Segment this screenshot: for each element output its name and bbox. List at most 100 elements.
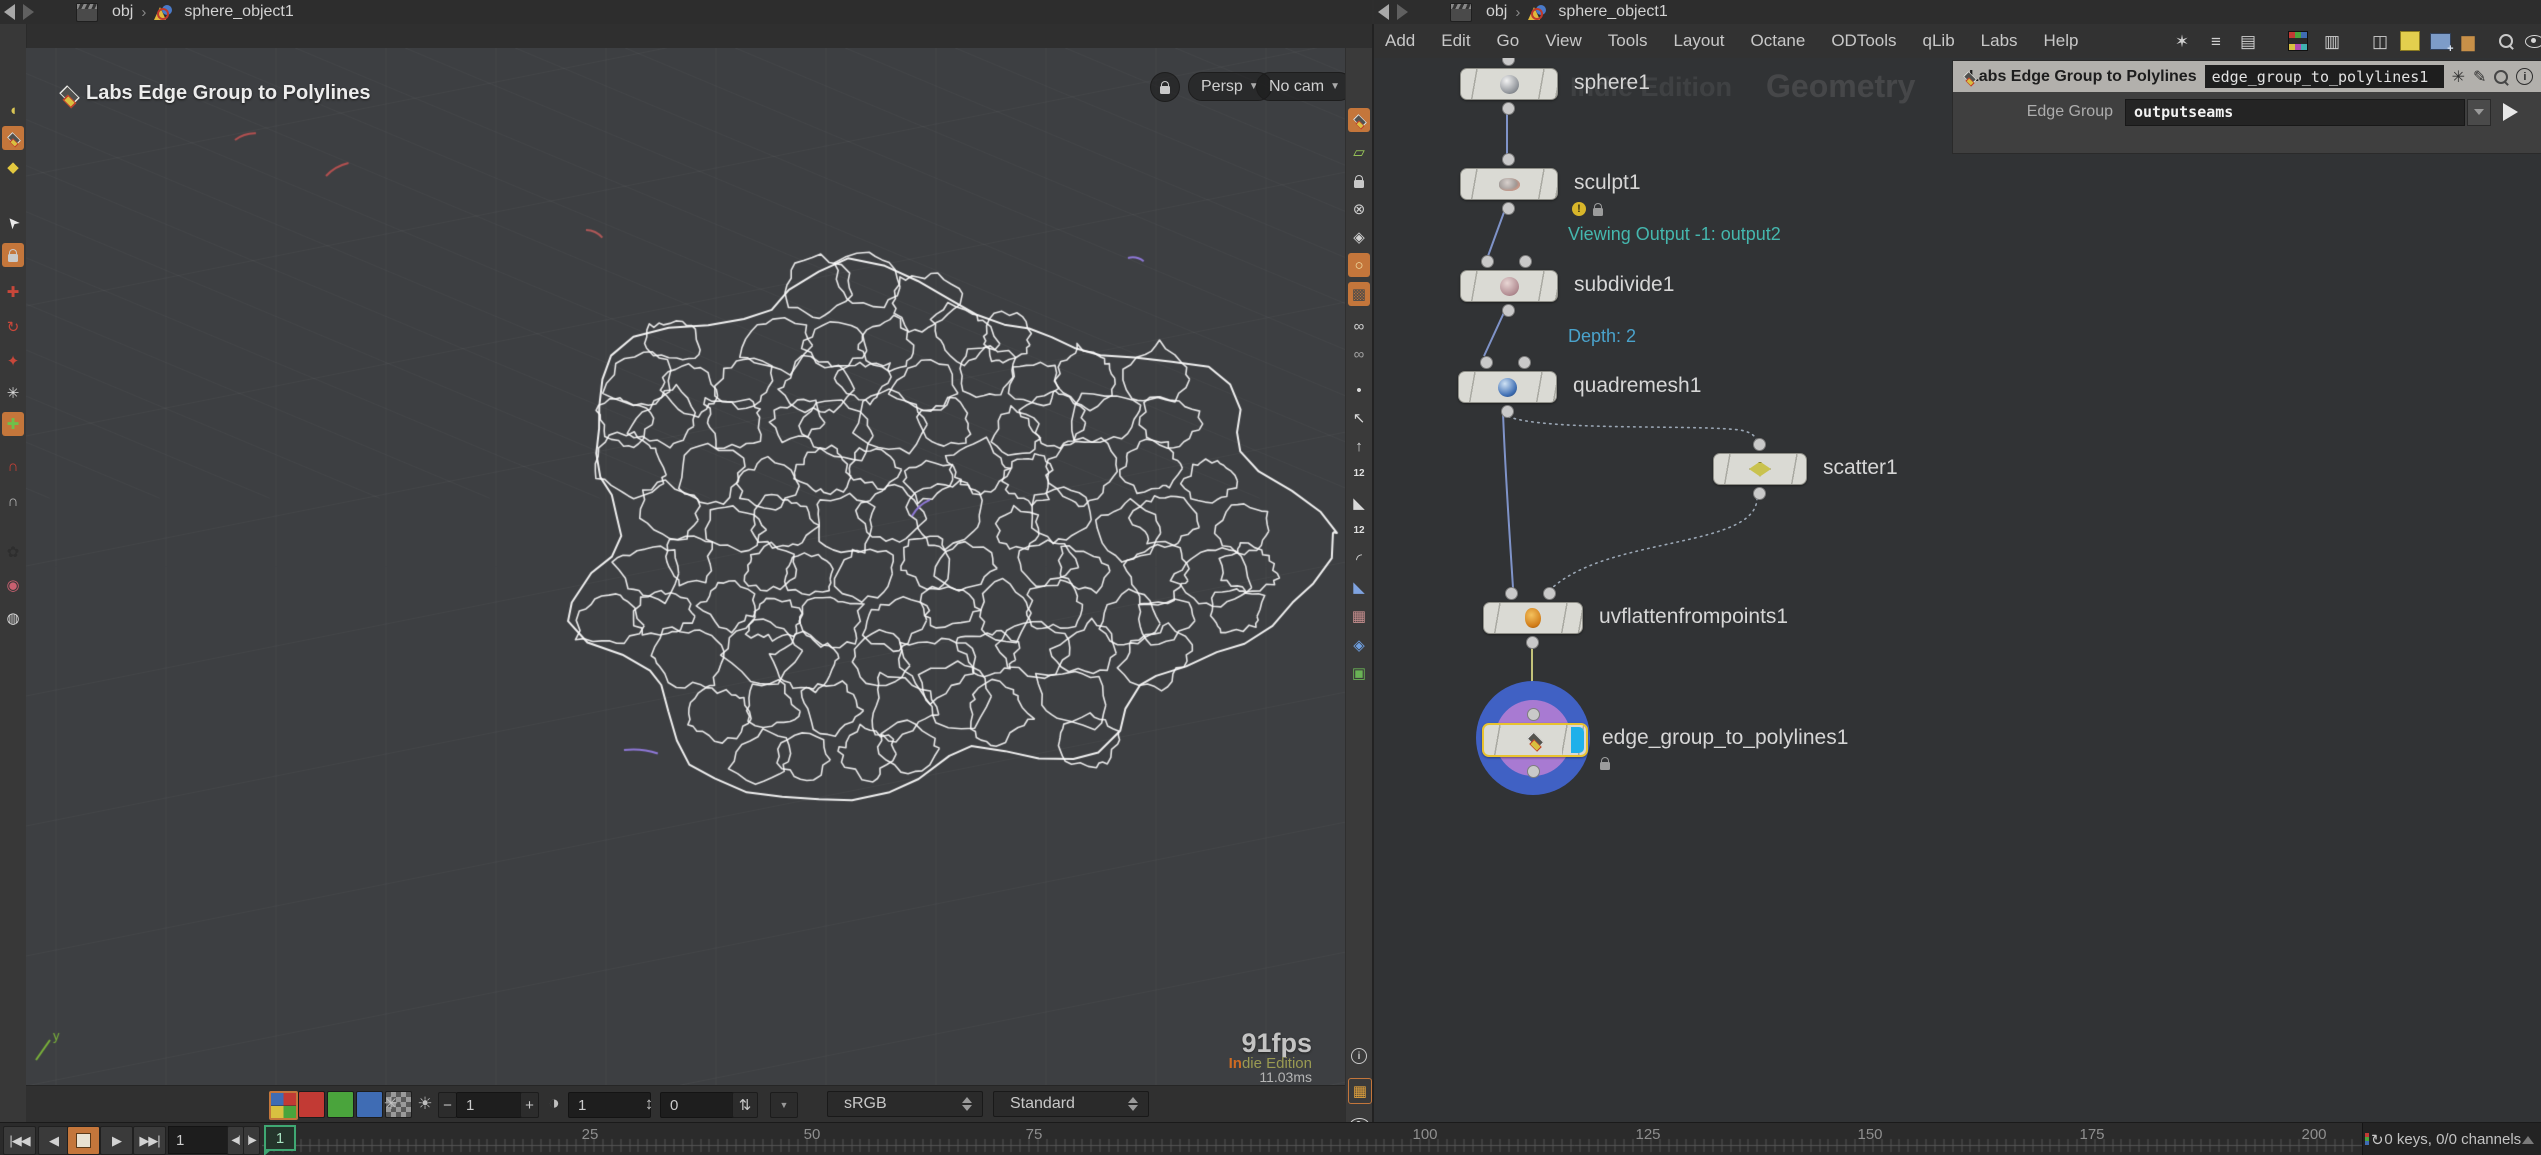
breadcrumb-root[interactable]: obj [106, 3, 139, 21]
search-icon[interactable] [2494, 70, 2508, 84]
secure-selection-icon[interactable] [2, 243, 24, 267]
snapshot-compare-icon[interactable]: ▦ [1348, 1078, 1372, 1104]
node-body[interactable] [1483, 602, 1583, 634]
camera-menu[interactable]: No cam▼ [1256, 72, 1353, 101]
primitive-numbers-icon[interactable]: 12 [1348, 519, 1370, 543]
menu-item[interactable]: Go [1484, 31, 1533, 51]
tonemap-select[interactable]: Standard [993, 1091, 1149, 1117]
node-body[interactable] [1713, 453, 1807, 485]
node-body[interactable] [1482, 723, 1588, 757]
bg-scheme-red-swatch[interactable] [298, 1091, 325, 1118]
menu-item[interactable]: Labs [1968, 31, 2031, 51]
menu-item[interactable]: Octane [1738, 31, 1819, 51]
jump-to-start-button[interactable]: |◀◀ [3, 1126, 36, 1155]
node-connector-dot[interactable] [1753, 438, 1766, 451]
menu-item[interactable]: Help [2031, 31, 2092, 51]
node-connector-dot[interactable] [1518, 356, 1531, 369]
node-connector-dot[interactable] [1526, 636, 1539, 649]
menu-item[interactable]: ODTools [1818, 31, 1909, 51]
channel-status[interactable]: ↻ 0 keys, 0/0 channels [2362, 1123, 2541, 1155]
channel-scope-icon[interactable]: ↻ [2371, 1131, 2384, 1149]
guides-options-icon[interactable]: ∞ [1348, 342, 1370, 366]
network-snapshot-icon[interactable] [1450, 3, 1472, 22]
camera-lock-button[interactable] [1150, 72, 1180, 102]
breadcrumb-node[interactable]: sphere_object1 [178, 3, 299, 21]
menu-item[interactable]: Edit [1428, 31, 1483, 51]
node-connector-dot[interactable] [1501, 405, 1514, 418]
back-icon[interactable] [1378, 4, 1389, 20]
brush-icon[interactable]: ✎ [2473, 67, 2486, 87]
view-pivot-icon[interactable]: ◈ [1348, 633, 1370, 657]
display-flag[interactable] [1571, 727, 1584, 753]
node-connector-dot[interactable] [1527, 708, 1540, 721]
select-tool-icon[interactable]: ➤ [2, 210, 24, 234]
node-connector-dot[interactable] [1502, 58, 1515, 66]
menu-item[interactable]: Tools [1595, 31, 1661, 51]
play-forward-button[interactable]: ▶ [100, 1126, 133, 1155]
snap-magnet-icon[interactable]: ∩ [2, 454, 24, 478]
handles-tool-icon[interactable]: ✚ [2, 412, 24, 436]
network-editor[interactable]: Indie Edition Geometry sphere1 [1374, 58, 2541, 1122]
labs-edgegroup-tool-icon[interactable] [2, 126, 24, 150]
exposure-field[interactable]: 1 [456, 1092, 529, 1118]
render-tools-icon[interactable]: ✿ [2, 540, 24, 564]
info-icon[interactable]: i [2516, 68, 2533, 85]
node-connector-dot[interactable] [1480, 356, 1493, 369]
node-body[interactable] [1458, 371, 1557, 403]
point-normals-icon[interactable]: ↖ [1348, 406, 1370, 430]
node-body[interactable] [1460, 168, 1558, 200]
node-name-field[interactable]: edge_group_to_polylines1 [2205, 65, 2444, 88]
node-connector-dot[interactable] [1502, 304, 1515, 317]
headlight-only-icon[interactable]: ◈ [1348, 225, 1370, 249]
bg-scheme-blue-swatch[interactable] [356, 1091, 383, 1118]
snap-points-icon[interactable]: ∩ [2, 489, 24, 513]
material-shading-icon[interactable]: ▩ [1348, 282, 1370, 306]
back-icon[interactable] [4, 4, 15, 20]
group-select-icon[interactable]: ▣ [1348, 661, 1370, 685]
point-markers-icon[interactable]: • [1348, 378, 1370, 402]
node-connector-dot[interactable] [1753, 487, 1766, 500]
timeline-ruler[interactable] [262, 1123, 2362, 1155]
show-guides-icon[interactable]: ∞ [1348, 314, 1370, 338]
expand-triangle-icon[interactable] [2522, 1136, 2534, 1144]
breadcrumb-node[interactable]: sphere_object1 [1552, 3, 1673, 21]
warning-icon[interactable]: ! [1572, 202, 1586, 216]
point-numbers-icon[interactable]: 12 [1348, 462, 1370, 486]
select-arrow-button[interactable] [2503, 103, 2518, 121]
translate-tool-icon[interactable]: ✚ [2, 280, 24, 304]
playhead-marker[interactable]: 1 [264, 1125, 296, 1151]
menu-item[interactable]: qLib [1910, 31, 1968, 51]
stop-button[interactable] [67, 1126, 100, 1155]
menu-item[interactable]: Layout [1660, 31, 1737, 51]
brightness-icon[interactable]: ✳▼ [382, 1092, 408, 1116]
scene-viewport[interactable] [26, 48, 1345, 1085]
view-mask-icon[interactable]: ◉ [2, 573, 24, 597]
node-connector-dot[interactable] [1519, 255, 1532, 268]
edge-group-input[interactable]: outputseams [2125, 99, 2465, 126]
viewport-canvas[interactable] [26, 48, 1345, 1085]
node-connector-dot[interactable] [1505, 587, 1518, 600]
wireframe-overlay-icon[interactable]: ▱ [1348, 140, 1370, 164]
box-tool-icon[interactable]: ◆ [2, 155, 24, 179]
texture-view-icon[interactable]: ▦ [1348, 604, 1370, 628]
exposure-minus-button[interactable]: − [438, 1092, 457, 1118]
profile-curves-icon[interactable]: ◜ [1348, 547, 1370, 571]
forward-icon[interactable] [1397, 4, 1408, 20]
breadcrumb-root[interactable]: obj [1480, 3, 1513, 21]
bg-scheme-multi-swatch[interactable] [269, 1091, 298, 1120]
play-reverse-button[interactable]: ◀ [38, 1126, 69, 1155]
flipbook-icon[interactable]: ◍ [2, 606, 24, 630]
jump-to-end-button[interactable]: ▶▶| [133, 1126, 166, 1155]
node-body[interactable] [1460, 68, 1558, 100]
adaptation-button[interactable]: ⇅ [732, 1092, 758, 1118]
node-connector-dot[interactable] [1543, 587, 1556, 600]
gear-icon[interactable]: ✳ [2452, 67, 2465, 87]
node-connector-dot[interactable] [1527, 765, 1540, 778]
shaded-mode-icon[interactable] [1348, 108, 1370, 132]
viewport-info-icon[interactable]: i [1348, 1044, 1370, 1068]
vertex-markers-icon[interactable]: ◣ [1348, 491, 1370, 515]
scale-tool-icon[interactable]: ✦ [2, 349, 24, 373]
exposure-plus-button[interactable]: + [520, 1092, 539, 1118]
node-connector-dot[interactable] [1502, 102, 1515, 115]
step-forward-button[interactable]: |▶ [243, 1126, 260, 1155]
